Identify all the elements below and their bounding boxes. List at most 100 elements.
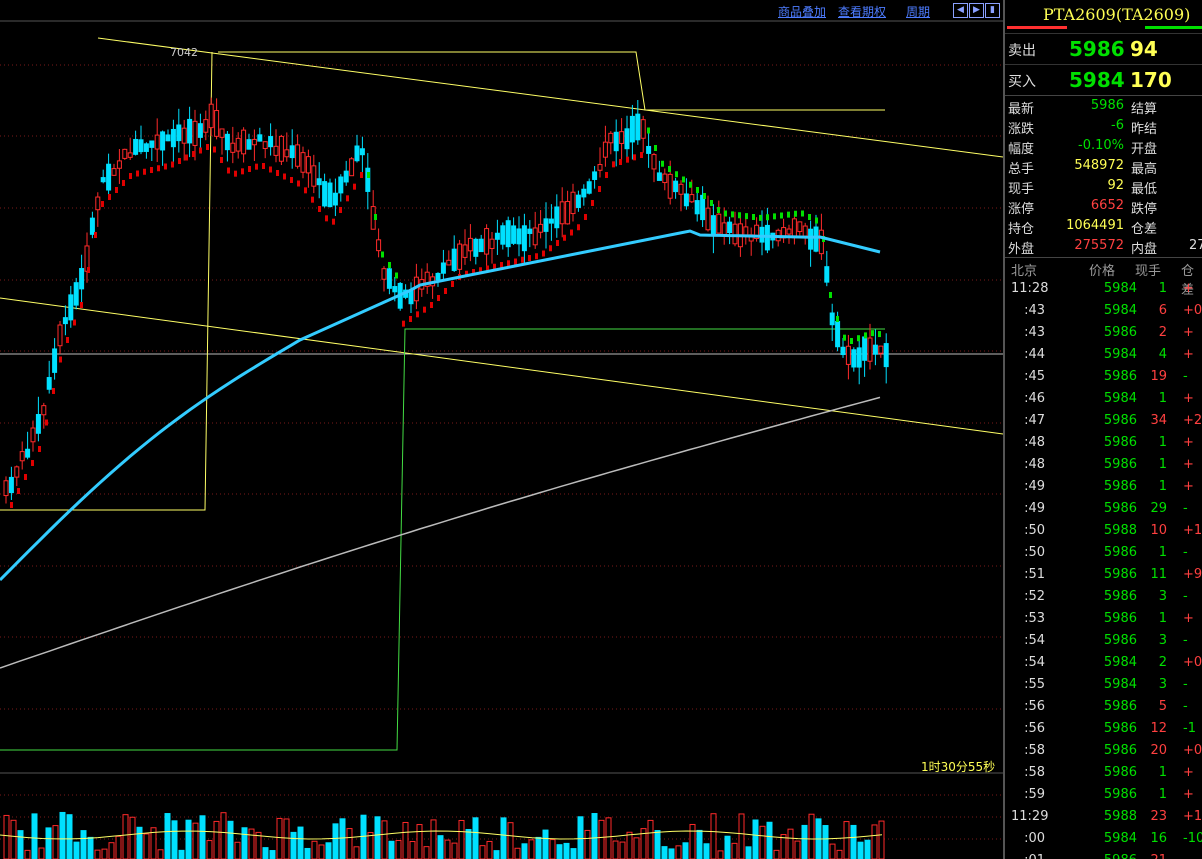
tick-oi-change: - — [1183, 589, 1188, 604]
tick-row[interactable]: :54 5986 3 - — [1005, 630, 1202, 652]
candle-body — [52, 348, 58, 373]
tick-row[interactable]: :59 5986 1 + — [1005, 784, 1202, 806]
tick-row[interactable]: :45 5986 19 - — [1005, 366, 1202, 388]
tick-volume: 11 — [1150, 567, 1167, 582]
overlay-link[interactable]: 商品叠加 — [778, 3, 826, 20]
sar-dot — [787, 211, 790, 218]
candle-body — [133, 138, 139, 155]
tick-row[interactable]: :56 5986 12 -1 — [1005, 718, 1202, 740]
tick-row[interactable]: :53 5986 1 + — [1005, 608, 1202, 630]
volume-bar — [493, 850, 500, 859]
sar-dot — [157, 165, 160, 172]
tick-price: 5986 — [1083, 853, 1137, 859]
tick-row[interactable]: :48 5986 1 + — [1005, 454, 1202, 476]
tick-row[interactable]: 11:28 5984 1 + — [1005, 278, 1202, 300]
nav-left-icon[interactable]: ◀ — [953, 3, 968, 18]
tick-row[interactable]: :51 5986 11 +9 — [1005, 564, 1202, 586]
sar-dot — [514, 258, 517, 265]
tick-row[interactable]: :50 5986 1 - — [1005, 542, 1202, 564]
tick-row[interactable]: :47 5986 34 +20 — [1005, 410, 1202, 432]
candle-body — [165, 134, 171, 142]
sar-dot — [269, 166, 272, 173]
candlestick-chart-area[interactable]: 商品叠加 查看期权 周期 ◀ ▶ ▮ 7042 1时30分55秒 — [0, 0, 1003, 859]
tick-oi-change: - — [1183, 677, 1188, 692]
tick-row[interactable]: :55 5984 3 - — [1005, 674, 1202, 696]
stat-label: 总手 — [1008, 162, 1035, 177]
view-options-link[interactable]: 查看期权 — [838, 3, 886, 20]
period-link[interactable]: 周期 — [906, 3, 930, 20]
candle-body — [624, 128, 630, 150]
sar-dot — [423, 306, 426, 313]
sar-dot — [542, 250, 545, 257]
volume-bar — [437, 835, 444, 859]
volume-bar — [647, 819, 654, 859]
nav-end-icon[interactable]: ▮ — [985, 3, 1000, 18]
tick-row[interactable]: :58 5986 1 + — [1005, 762, 1202, 784]
bid-row[interactable]: 买入 5984 170 — [1005, 64, 1202, 95]
volume-bar — [458, 819, 465, 859]
tick-row[interactable]: :43 5986 2 + — [1005, 322, 1202, 344]
volume-bar — [423, 846, 430, 859]
tick-row[interactable]: 11:29 5988 23 +19 — [1005, 806, 1202, 828]
tick-list[interactable]: 11:28 5984 1 +:43 5984 6 +0:43 5986 2 +:44 5984 4 +:… — [1005, 278, 1202, 859]
tick-time: :48 — [1024, 457, 1045, 472]
volume-bar — [598, 819, 605, 859]
tick-row[interactable]: :48 5986 1 + — [1005, 432, 1202, 454]
volume-bar — [605, 817, 612, 859]
tick-row[interactable]: :44 5984 4 + — [1005, 344, 1202, 366]
tick-row[interactable]: :52 5986 3 - — [1005, 586, 1202, 608]
tick-row[interactable]: :49 5986 29 - — [1005, 498, 1202, 520]
tick-price: 5986 — [1103, 611, 1137, 626]
candle-body — [235, 137, 241, 152]
tick-time: :52 — [1024, 589, 1045, 604]
tick-volume: 1 — [1158, 391, 1167, 406]
stat-value: -6 — [1111, 118, 1124, 133]
volume-bar — [80, 830, 87, 859]
tick-volume: 2 — [1158, 655, 1167, 670]
tick-row[interactable]: :01 598621 - — [1005, 850, 1202, 859]
tick-volume: 1 — [1158, 457, 1167, 472]
tick-row[interactable]: :43 5984 6 +0 — [1005, 300, 1202, 322]
stat-value: 1064491 — [1066, 218, 1124, 233]
volume-bar — [94, 849, 101, 859]
candle-body — [710, 215, 716, 237]
candle-body — [532, 227, 538, 246]
nav-right-icon[interactable]: ▶ — [969, 3, 984, 18]
candle-body — [343, 170, 349, 183]
tick-price: 5986 — [1103, 501, 1137, 516]
tick-volume: 3 — [1158, 589, 1167, 604]
volume-bar — [521, 843, 528, 859]
tick-row[interactable]: :50 5988 10 +1 — [1005, 520, 1202, 542]
candle-body — [143, 143, 149, 152]
stat-label: 最新 — [1008, 102, 1035, 117]
tick-row[interactable]: :58 5986 20 +0 — [1005, 740, 1202, 762]
high-marker-line — [218, 51, 885, 111]
tick-row[interactable]: :54 5984 2 +0 — [1005, 652, 1202, 674]
tick-volume: 19 — [1150, 369, 1167, 384]
volume-bar — [381, 820, 388, 859]
tick-row[interactable]: :00 5984 16 -10 — [1005, 828, 1202, 850]
stat-value: 5986 — [1090, 98, 1124, 113]
volume-bar — [213, 820, 220, 859]
volume-bar — [115, 835, 122, 859]
sar-dot — [171, 161, 174, 168]
tick-oi-change: +1 — [1183, 523, 1202, 538]
candle-body — [246, 139, 252, 150]
volume-bar — [500, 817, 507, 859]
tick-row[interactable]: :46 5984 1 + — [1005, 388, 1202, 410]
tick-row[interactable]: :56 5986 5 - — [1005, 696, 1202, 718]
candle-body — [181, 127, 187, 144]
tick-oi-change: - — [1183, 853, 1188, 859]
price-chart-svg[interactable] — [0, 0, 1003, 859]
ask-row[interactable]: 卖出 5986 94 — [1005, 33, 1202, 64]
candle-body — [3, 480, 9, 497]
candle-body — [127, 152, 133, 158]
tick-volume: 1 — [1158, 479, 1167, 494]
tick-price: 5986 — [1103, 699, 1137, 714]
candle-body — [41, 405, 47, 416]
sar-dot — [66, 337, 69, 343]
bid-qty: 170 — [1130, 68, 1172, 92]
tick-row[interactable]: :49 5986 1 + — [1005, 476, 1202, 498]
tick-oi-change: +9 — [1183, 567, 1202, 582]
sar-dot — [437, 295, 440, 301]
